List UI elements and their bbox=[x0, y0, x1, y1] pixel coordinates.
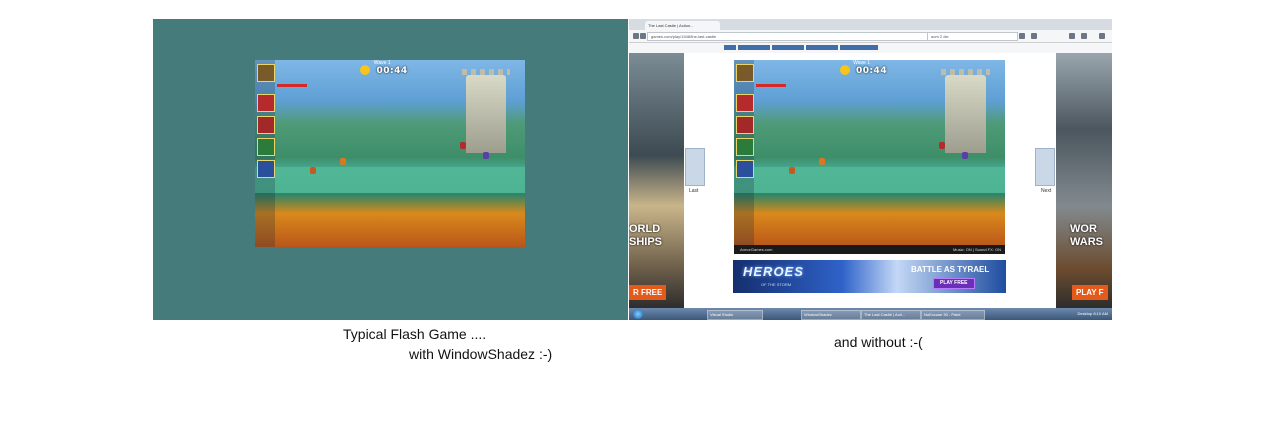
start-button[interactable] bbox=[633, 309, 643, 319]
next-game-thumbnail[interactable] bbox=[1035, 148, 1055, 186]
back-icon[interactable] bbox=[633, 33, 639, 39]
game-unit-panel bbox=[734, 60, 754, 247]
left-caption-line1: Typical Flash Game .... bbox=[343, 326, 487, 342]
game-timer: 00:44 bbox=[855, 66, 888, 76]
bookmark-star-icon[interactable] bbox=[1019, 33, 1025, 39]
ally-unit bbox=[460, 142, 466, 149]
game-castle bbox=[461, 68, 510, 154]
heroes-logo: HEROES bbox=[743, 264, 804, 279]
heroes-headline: BATTLE AS TYRAEL bbox=[911, 265, 990, 274]
castle-health-bar bbox=[756, 84, 786, 87]
previous-game-label[interactable]: Last bbox=[689, 188, 698, 194]
flash-game-area[interactable]: Wave 1 00:44 bbox=[255, 60, 525, 247]
enemy-unit bbox=[310, 167, 316, 174]
right-side-ad[interactable]: WOR WARS PLAY F bbox=[1056, 53, 1112, 308]
browser-tab[interactable]: The Last Castle | Action... bbox=[645, 21, 720, 30]
system-tray: Desktop 8:10 AM bbox=[1077, 311, 1108, 316]
taskbar-item[interactable]: WindowShadez bbox=[801, 310, 861, 320]
enemy-unit bbox=[789, 167, 795, 174]
heroes-ad-banner[interactable]: HEROES OF THE STORM BATTLE AS TYRAEL PLA… bbox=[733, 260, 1006, 293]
web-page: ORLD SHIPS R FREE WOR WARS PLAY F Last N… bbox=[629, 53, 1112, 308]
unit-slot-1[interactable] bbox=[736, 64, 754, 82]
sound-settings[interactable]: Music: ON | Sound FX: ON bbox=[953, 245, 1001, 254]
taskbar-item[interactable]: The Last Castle | Acti... bbox=[861, 310, 921, 320]
ally-unit bbox=[939, 142, 945, 149]
tab-bar: The Last Castle | Action... bbox=[629, 19, 1112, 30]
unit-slot-2[interactable] bbox=[736, 94, 754, 112]
game-footer-bar: ArmorGames.com Music: ON | Sound FX: ON bbox=[734, 245, 1005, 254]
site-menu-bar bbox=[629, 43, 1112, 53]
game-unit-panel bbox=[255, 60, 275, 247]
unit-slot-2[interactable] bbox=[257, 94, 275, 112]
ally-unit bbox=[483, 152, 489, 159]
right-caption: and without :-( bbox=[834, 334, 923, 350]
search-bar[interactable]: aom 2 die bbox=[927, 32, 1018, 41]
next-game-label[interactable]: Next bbox=[1041, 188, 1051, 194]
left-caption-line2: with WindowShadez :-) bbox=[409, 346, 553, 362]
windows-taskbar: Visual Studio WindowShadez The Last Cast… bbox=[629, 308, 1112, 320]
forward-icon[interactable] bbox=[640, 33, 646, 39]
taskbar-item[interactable]: NoExcuse 30 - Paint bbox=[921, 310, 985, 320]
ally-unit bbox=[962, 152, 968, 159]
download-icon[interactable] bbox=[1069, 33, 1075, 39]
game-castle bbox=[941, 68, 990, 154]
game-road bbox=[255, 166, 525, 193]
site-menu-item[interactable] bbox=[840, 45, 878, 50]
unit-slot-3[interactable] bbox=[257, 116, 275, 134]
flash-game-area[interactable]: Wave 1 00:44 bbox=[734, 60, 1005, 247]
right-ad-button[interactable]: PLAY F bbox=[1072, 285, 1108, 300]
unit-slot-5[interactable] bbox=[257, 160, 275, 178]
previous-game-thumbnail[interactable] bbox=[685, 148, 705, 186]
windowshadez-backdrop: Wave 1 00:44 bbox=[153, 19, 628, 320]
unit-slot-3[interactable] bbox=[736, 116, 754, 134]
sun-icon bbox=[839, 65, 850, 75]
home-icon[interactable] bbox=[1081, 33, 1087, 39]
game-road bbox=[734, 166, 1005, 193]
enemy-unit bbox=[340, 158, 346, 165]
navigation-bar: games.com/play/1548/the-last-castle aom … bbox=[629, 30, 1112, 43]
game-publisher[interactable]: ArmorGames.com bbox=[734, 247, 772, 252]
unit-slot-4[interactable] bbox=[736, 138, 754, 156]
enemy-unit bbox=[819, 158, 825, 165]
left-side-ad[interactable]: ORLD SHIPS R FREE bbox=[629, 53, 684, 308]
left-ad-text: ORLD SHIPS bbox=[629, 223, 663, 248]
menu-icon[interactable] bbox=[1099, 33, 1105, 39]
play-free-button[interactable]: PLAY FREE bbox=[933, 278, 975, 289]
url-bar[interactable]: games.com/play/1548/the-last-castle bbox=[647, 32, 928, 41]
site-menu-item[interactable] bbox=[772, 45, 804, 50]
right-ad-text: WOR WARS bbox=[1070, 223, 1103, 248]
reading-list-icon[interactable] bbox=[1031, 33, 1037, 39]
unit-slot-1[interactable] bbox=[257, 64, 275, 82]
browser-window: The Last Castle | Action... games.com/pl… bbox=[629, 19, 1112, 320]
left-ad-button[interactable]: R FREE bbox=[629, 285, 667, 300]
site-menu-item[interactable] bbox=[724, 45, 736, 50]
site-menu-item[interactable] bbox=[738, 45, 770, 50]
heroes-subtitle: OF THE STORM bbox=[761, 282, 792, 287]
castle-health-bar bbox=[277, 84, 307, 87]
site-menu-item[interactable] bbox=[806, 45, 838, 50]
taskbar-item[interactable]: Visual Studio bbox=[707, 310, 763, 320]
unit-slot-4[interactable] bbox=[257, 138, 275, 156]
game-timer: 00:44 bbox=[376, 66, 408, 76]
unit-slot-5[interactable] bbox=[736, 160, 754, 178]
sun-icon bbox=[360, 65, 371, 75]
